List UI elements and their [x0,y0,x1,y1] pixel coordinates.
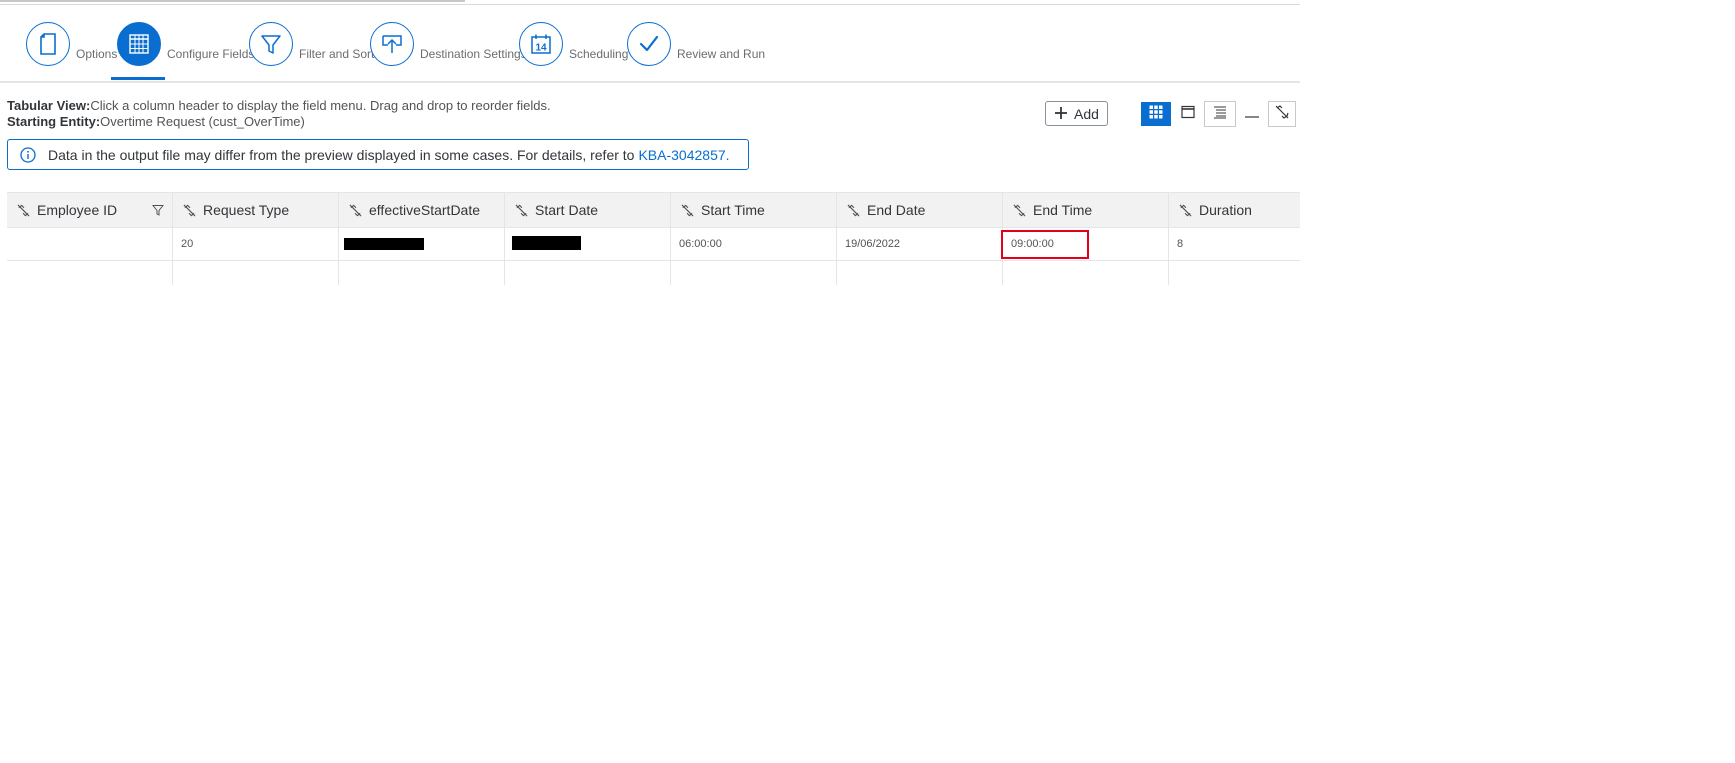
column-title: End Date [867,202,926,218]
column-title: End Time [1033,202,1093,218]
filter-icon [249,22,293,66]
unlink-icon [1013,204,1026,217]
info-icon [20,146,36,163]
empty-cell [1169,261,1300,285]
column-title: Duration [1199,202,1252,218]
cell-end-date: 19/06/2022 [837,228,1003,260]
grid-icon [117,22,161,66]
add-button[interactable]: Add [1045,101,1108,126]
unlink-button[interactable] [1268,101,1296,127]
active-step-indicator [111,77,165,80]
step-label: Configure Fields [167,47,255,61]
info-text: Data in the output file may differ from … [48,146,635,163]
step-label: Review and Run [677,47,766,61]
top-tab-line [0,0,465,2]
cell-start-time: 06:00:00 [671,228,837,260]
cell-request-type: 20 [173,228,339,260]
column-title: Employee ID [37,202,118,218]
form-view-button[interactable] [1172,101,1204,127]
cell-duration: 8 [1177,238,1184,250]
empty-cell [505,261,671,285]
column-title: Start Date [535,202,599,218]
step-options[interactable]: Options [26,20,117,66]
preview-table: Employee ID Request Type effectiveStartD… [7,192,1300,285]
step-label: Destination Settings [420,47,527,61]
view-text: Click a column header to display the fie… [90,98,551,113]
checkmark-icon [627,22,671,66]
step-destination-settings[interactable]: Destination Settings [370,20,527,66]
column-header-start-time[interactable]: Start Time [671,193,837,227]
empty-cell [837,261,1003,285]
step-label: Scheduling [569,47,629,61]
unlink-icon [681,204,694,217]
column-title: Start Time [701,202,765,218]
unlink-icon [183,204,196,217]
table-view-button[interactable] [1140,101,1172,127]
empty-cell [7,261,173,285]
unlink-icon [515,204,528,217]
step-filter-and-sort[interactable]: Filter and Sort [249,20,374,66]
document-icon [26,22,70,66]
column-header-start-date[interactable]: Start Date [505,193,671,227]
empty-cell [339,261,505,285]
unlink-icon [1179,204,1192,217]
empty-cell [1003,261,1169,285]
redacted-value [512,236,581,250]
entity-text: Overtime Request (cust_OverTime) [100,114,305,129]
column-header-request-type[interactable]: Request Type [173,193,339,227]
unlink-icon [1275,104,1289,124]
add-button-label: Add [1074,105,1099,122]
table-header-row: Employee ID Request Type effectiveStartD… [7,192,1300,228]
calendar-icon: 14 [519,22,563,66]
redacted-value [344,238,424,250]
view-switcher [1140,101,1296,127]
cell-employee-id [7,228,173,260]
kba-link[interactable]: KBA-3042857. [638,147,729,163]
view-label: Tabular View: [7,98,91,113]
unlink-icon [17,204,30,217]
unlink-icon [847,204,860,217]
column-header-end-date[interactable]: End Date [837,193,1003,227]
upload-icon [370,22,414,66]
view-description: Tabular View:Click a column header to di… [7,98,551,130]
list-view-button[interactable] [1204,101,1236,127]
grid-icon [1149,105,1163,124]
unlink-icon [349,204,362,217]
minimize-icon [1245,105,1259,124]
info-message-strip: Data in the output file may differ from … [7,139,749,170]
window-icon [1181,105,1195,124]
step-review-and-run[interactable]: Review and Run [627,20,765,66]
column-header-employee-id[interactable]: Employee ID [7,193,173,227]
empty-cell [173,261,339,285]
cell-start-date [505,228,671,260]
table-row-empty [7,261,1300,285]
highlight-box [1001,230,1089,259]
empty-cell [671,261,837,285]
step-configure-fields[interactable]: Configure Fields [111,20,255,80]
step-label: Filter and Sort [299,47,375,61]
minimize-button[interactable] [1236,101,1268,127]
column-title: effectiveStartDate [369,202,481,218]
wizard-steps: Options Configure Fields Filter and Sort [0,5,1300,83]
column-header-effective-start-date[interactable]: effectiveStartDate [339,193,505,227]
calendar-day: 14 [535,43,547,54]
filter-icon[interactable] [151,203,165,219]
step-label: Options [76,47,118,61]
entity-label: Starting Entity: [7,114,101,129]
table-row[interactable]: 20 06:00:00 19/06/2022 09:00:00 8 [7,228,1300,261]
step-scheduling[interactable]: 14 Scheduling [519,20,628,66]
cell-effective-start-date [339,228,505,260]
column-title: Request Type [203,202,290,218]
list-icon [1213,105,1227,124]
column-header-duration[interactable]: Duration [1169,193,1300,227]
cell-end-time: 09:00:00 [1001,228,1169,260]
column-header-end-time[interactable]: End Time [1003,193,1169,227]
plus-icon [1054,105,1068,123]
